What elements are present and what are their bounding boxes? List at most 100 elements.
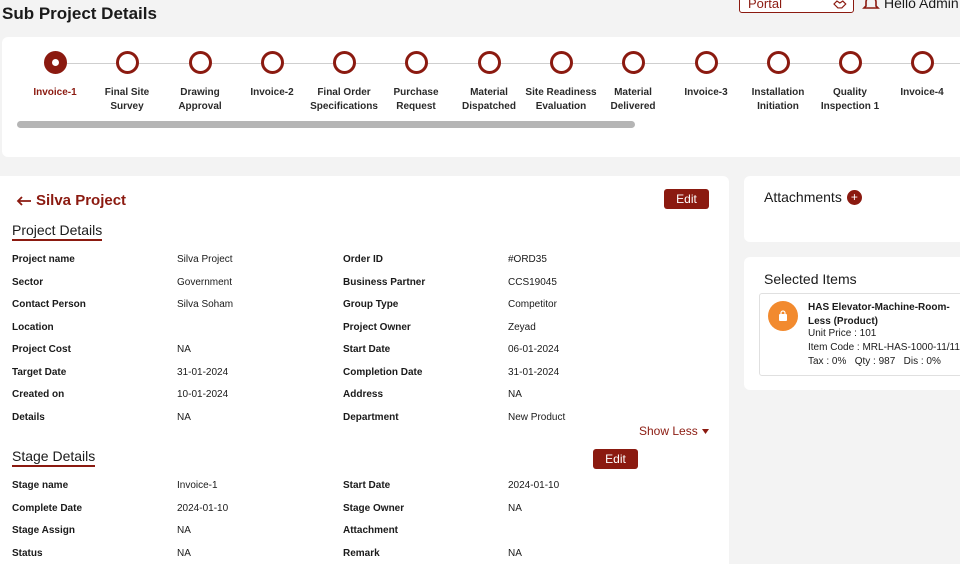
step-label-line-1: Invoice-3 xyxy=(684,87,728,98)
back-to-project[interactable]: Silva Project xyxy=(16,192,126,209)
field-value: 10-01-2024 xyxy=(177,389,229,400)
step-label-line-1: Material xyxy=(614,87,652,98)
field-value: NA xyxy=(508,389,522,400)
field-value: 31-01-2024 xyxy=(177,366,229,378)
field-label: Stage Owner xyxy=(343,502,405,514)
field-value: Competitor xyxy=(508,299,557,310)
step-label-line-1: Quality xyxy=(833,87,867,98)
user-greeting[interactable]: Hello Admin xyxy=(862,0,959,12)
edit-stage-button[interactable]: Edit xyxy=(593,449,638,469)
step-circle[interactable] xyxy=(549,51,573,74)
step-label-line-1: Final Site xyxy=(104,87,150,98)
selected-items-card: Selected Items HAS Elevator-Machine-Room… xyxy=(744,257,960,390)
step-label: Material Delivered xyxy=(610,86,655,114)
step-circle[interactable] xyxy=(621,51,645,74)
service-portal-label: Service Portal xyxy=(748,0,782,11)
field-label: Attachment xyxy=(343,525,399,536)
step-12[interactable]: Invoice-4 xyxy=(872,51,960,100)
step-label: Drawing Approval xyxy=(178,86,221,114)
step-label-line-2: Dispatched xyxy=(462,101,516,112)
attachments-header: Attachments + xyxy=(764,189,862,205)
step-label-line-2: Inspection 1 xyxy=(820,101,880,112)
field-label: Stage name xyxy=(12,480,69,491)
step-circle[interactable] xyxy=(332,51,356,74)
field-label: Business Partner xyxy=(343,276,426,288)
item-dis: Dis : 0% xyxy=(903,356,941,367)
selected-item[interactable]: HAS Elevator-Machine-Room-Less (Product)… xyxy=(759,293,960,376)
field-label: Project Cost xyxy=(12,344,71,355)
greeting-label: Hello Admin xyxy=(884,0,959,11)
add-attachment-button[interactable]: + xyxy=(846,189,862,205)
step-label-line-1: Material xyxy=(470,87,508,98)
field-value: #ORD35 xyxy=(508,254,547,265)
field-label: Complete Date xyxy=(12,502,83,514)
field-label: Stage Assign xyxy=(12,525,75,536)
field-label: Target Date xyxy=(12,366,67,378)
field-label: Completion Date xyxy=(343,366,423,378)
field-value: 2024-01-10 xyxy=(508,480,560,491)
attachments-title: Attachments xyxy=(764,189,842,205)
step-label: Purchase Request xyxy=(393,86,438,114)
step-label-line-1: Invoice-2 xyxy=(250,87,294,98)
step-circle[interactable] xyxy=(43,51,67,74)
field-value: NA xyxy=(177,525,191,536)
field-label: Order ID xyxy=(343,254,384,265)
step-circle[interactable] xyxy=(766,51,790,74)
step-circle[interactable] xyxy=(115,51,139,74)
show-less-label: Show Less xyxy=(639,424,698,438)
project-details-title: Project Details xyxy=(12,222,103,241)
field-label: Department xyxy=(343,411,399,423)
field-label: Details xyxy=(12,411,45,423)
service-portal-button[interactable]: Service Portal xyxy=(739,0,854,13)
bell-icon[interactable] xyxy=(862,0,880,12)
field-value: Government xyxy=(177,276,233,288)
stepper-scrollbar[interactable] xyxy=(17,121,635,128)
step-circle[interactable] xyxy=(477,51,501,74)
field-value: Invoice-1 xyxy=(177,480,218,491)
field-label: Start Date xyxy=(343,344,391,355)
step-label-line-1: Installation xyxy=(751,87,805,98)
step-circle[interactable] xyxy=(694,51,718,74)
show-less-toggle[interactable]: Show Less xyxy=(639,424,709,438)
field-value: NA xyxy=(508,547,522,559)
step-label: Invoice-3 xyxy=(684,86,727,100)
item-name: HAS Elevator-Machine-Room-Less (Product) xyxy=(808,302,950,327)
field-label: Remark xyxy=(343,547,380,559)
item-tax: Tax : 0% xyxy=(808,356,847,367)
step-circle[interactable] xyxy=(260,51,284,74)
step-label-line-1: Invoice-1 xyxy=(33,87,77,98)
project-card: Silva Project Edit Project Details Proje… xyxy=(0,176,729,564)
step-label-line-1: Drawing xyxy=(180,87,220,98)
field-label: Created on xyxy=(12,389,65,400)
step-label-line-2: Approval xyxy=(178,101,222,112)
field-value: 2024-01-10 xyxy=(177,502,229,514)
arrow-left-icon[interactable] xyxy=(16,195,32,206)
step-label-line-2: Request xyxy=(396,101,436,112)
field-value: NA xyxy=(177,547,191,559)
item-qty: Qty : 987 xyxy=(854,356,896,367)
step-label-line-2: Delivered xyxy=(610,101,656,112)
step-circle[interactable] xyxy=(404,51,428,74)
step-circle[interactable] xyxy=(910,51,934,74)
step-label-line-2: Survey xyxy=(110,101,144,112)
step-label: Material Dispatched xyxy=(462,86,516,114)
step-label: Quality Inspection 1 xyxy=(821,86,879,114)
edit-project-button[interactable]: Edit xyxy=(664,189,709,209)
field-value: NA xyxy=(177,344,191,355)
item-unit-price: Unit Price : 101 xyxy=(808,328,877,339)
step-label: Invoice-1 xyxy=(33,86,76,100)
field-label: Address xyxy=(343,389,384,400)
step-label-line-1: Invoice-4 xyxy=(900,87,944,98)
field-label: Location xyxy=(12,321,54,333)
field-value: Silva Soham xyxy=(177,299,234,310)
step-circle[interactable] xyxy=(838,51,862,74)
field-label: Group Type xyxy=(343,299,399,310)
step-label: Final Site Survey xyxy=(105,86,149,114)
step-circle[interactable] xyxy=(188,51,212,74)
step-label-line-1: Purchase xyxy=(393,87,439,98)
field-value: Zeyad xyxy=(508,321,536,333)
field-value: NA xyxy=(508,502,522,514)
stage-details-title: Stage Details xyxy=(12,448,96,467)
item-summary: Tax : 0% Qty : 987 Dis : 0% xyxy=(808,356,941,367)
field-label: Project Owner xyxy=(343,321,411,333)
